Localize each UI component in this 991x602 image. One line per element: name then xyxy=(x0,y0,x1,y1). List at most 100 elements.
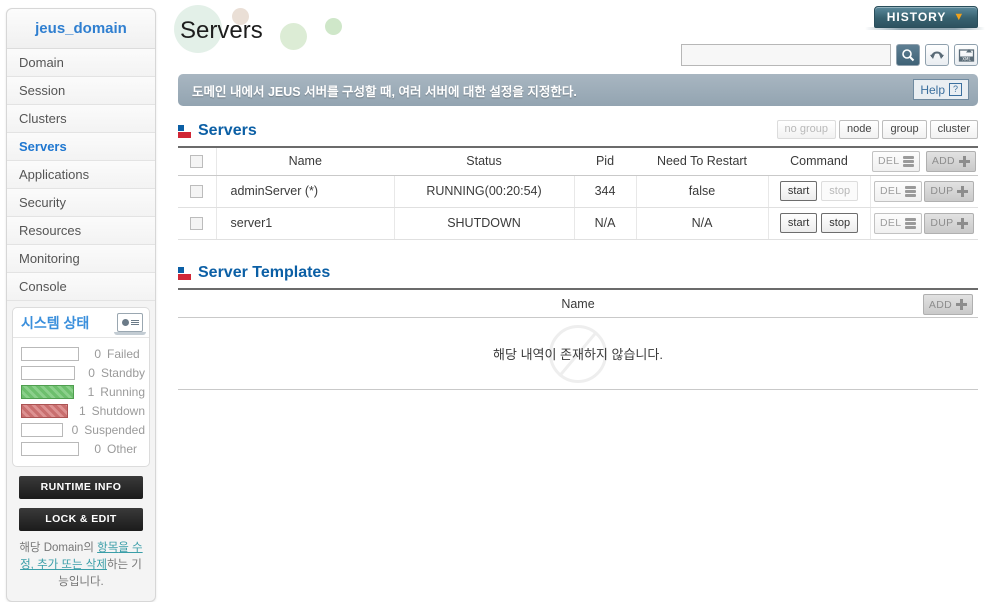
table-row: server1 SHUTDOWN N/A N/A start stop DEL DUP xyxy=(178,207,978,240)
col-name: Name xyxy=(216,146,394,176)
status-label-shutdown: Shutdown xyxy=(91,403,145,418)
sidebar-item-resources[interactable]: Resources xyxy=(7,217,155,245)
lock-and-edit-button[interactable]: LOCK & EDIT xyxy=(19,508,143,531)
sidebar-item-applications[interactable]: Applications xyxy=(7,161,155,189)
stop-button[interactable]: stop xyxy=(821,181,859,201)
status-count-shutdown: 1 xyxy=(78,403,86,418)
sidebar-item-domain[interactable]: Domain xyxy=(7,49,155,77)
history-label: HISTORY xyxy=(886,10,947,24)
status-count-failed: 0 xyxy=(94,346,101,361)
row-duplicate-button[interactable]: DUP xyxy=(924,212,975,234)
cell-pid: N/A xyxy=(574,207,637,240)
row-checkbox[interactable] xyxy=(190,185,204,199)
col-command: Command xyxy=(768,146,870,176)
sidebar-nav: Domain Session Clusters Servers Applications… xyxy=(7,49,155,301)
chevron-down-icon: ▼ xyxy=(953,11,966,23)
select-all-cell xyxy=(178,146,217,176)
select-all-checkbox[interactable] xyxy=(190,155,204,169)
row-delete-button[interactable]: DEL xyxy=(874,180,923,202)
cell-name: adminServer (*) xyxy=(216,175,395,208)
sidebar-item-monitoring[interactable]: Monitoring xyxy=(7,245,155,273)
status-bar-standby xyxy=(21,365,75,380)
note-link-3[interactable]: 제 xyxy=(96,559,107,571)
history-button[interactable]: HISTORY ▼ xyxy=(874,6,978,28)
group-filter-cluster[interactable]: cluster xyxy=(929,120,978,139)
col-pid: Pid xyxy=(574,146,636,176)
servers-table-body: adminServer (*) RUNNING(00:20:54) 344 false… xyxy=(178,175,978,240)
status-label-standby: Standby xyxy=(100,365,145,380)
templates-section-header: Server Templates xyxy=(178,258,978,288)
status-count-standby: 0 xyxy=(88,365,95,380)
main-content: Servers HISTORY ▼ XML 도메인 내에서 JEUS 서버를 구… xyxy=(168,0,991,602)
help-button[interactable]: Help ? xyxy=(913,79,969,100)
note-link-1[interactable]: 항목 xyxy=(97,542,118,554)
row-duplicate-button[interactable]: DUP xyxy=(924,180,975,202)
stop-button[interactable]: stop xyxy=(821,213,859,233)
group-filter-buttons: no group node group cluster xyxy=(776,120,978,139)
sidebar-item-clusters[interactable]: Clusters xyxy=(7,105,155,133)
row-checkbox[interactable] xyxy=(190,217,204,231)
start-button[interactable]: start xyxy=(779,213,818,233)
row-duplicate-label: DUP xyxy=(930,185,954,197)
sidebar-item-session[interactable]: Session xyxy=(7,77,155,105)
decor-circle-3 xyxy=(280,23,307,50)
templates-empty-message: 해당 내역이 존재하지 않습니다. xyxy=(493,347,663,362)
page-title: Servers xyxy=(180,17,263,44)
cell-command: start stop xyxy=(768,175,871,208)
status-row-running: 1 Running xyxy=(17,382,145,401)
info-bar: 도메인 내에서 JEUS 서버를 구성할 때, 여러 서버에 대한 설정을 지정… xyxy=(178,74,978,106)
status-count-other: 0 xyxy=(94,441,101,456)
servers-section: Servers no group node group cluster Name St… xyxy=(178,116,978,240)
search-toolbar: XML xyxy=(681,44,978,66)
start-button[interactable]: start xyxy=(779,181,818,201)
application-window: jeus_domain Domain Session Clusters Servers… xyxy=(0,0,991,602)
group-filter-no-group[interactable]: no group xyxy=(776,120,836,139)
monitor-chart-icon[interactable] xyxy=(114,313,146,335)
stack-icon xyxy=(905,217,917,229)
templates-col-name: Name xyxy=(561,296,595,311)
section-square-icon xyxy=(178,124,191,138)
row-delete-label: DEL xyxy=(880,217,902,229)
status-label-suspended: Suspended xyxy=(84,422,145,437)
question-mark-icon: ? xyxy=(949,83,962,96)
templates-add-button[interactable]: ADD xyxy=(922,294,973,315)
status-label-failed: Failed xyxy=(107,346,140,361)
group-filter-group[interactable]: group xyxy=(882,120,927,139)
cell-status: RUNNING(00:20:54) xyxy=(394,175,575,208)
sidebar: jeus_domain Domain Session Clusters Servers… xyxy=(6,8,156,602)
status-bar-other xyxy=(21,441,79,456)
templates-header-row: Name ADD xyxy=(178,288,978,318)
xml-export-icon[interactable]: XML xyxy=(954,44,978,66)
section-square-icon xyxy=(178,266,191,280)
lines-glyph xyxy=(130,320,139,325)
status-row-suspended: 0 Suspended xyxy=(17,420,145,439)
templates-add-wrap: ADD xyxy=(922,294,974,315)
search-input[interactable] xyxy=(681,44,891,66)
header-delete-button[interactable]: DEL xyxy=(872,150,921,172)
sidebar-item-security[interactable]: Security xyxy=(7,189,155,217)
decor-circle-4 xyxy=(325,18,342,35)
runtime-info-button[interactable]: RUNTIME INFO xyxy=(19,476,143,499)
sidebar-item-console[interactable]: Console xyxy=(7,273,155,301)
status-bar-failed xyxy=(21,346,79,361)
row-delete-button[interactable]: DEL xyxy=(874,212,923,234)
cell-need-to-restart: N/A xyxy=(636,207,769,240)
system-status-title: 시스템 상태 xyxy=(21,314,90,331)
page-header: Servers HISTORY ▼ XML xyxy=(168,0,991,66)
system-status-panel: 시스템 상태 0 Failed 0 Standby 1 Running 1 Shutdown 0… xyxy=(12,307,150,467)
search-icon[interactable] xyxy=(896,44,920,66)
refresh-icon[interactable] xyxy=(925,44,949,66)
cell-status: SHUTDOWN xyxy=(394,207,575,240)
row-select-cell xyxy=(178,207,217,240)
system-status-header: 시스템 상태 xyxy=(13,308,149,338)
sidebar-item-servers[interactable]: Servers xyxy=(7,133,155,161)
stack-icon xyxy=(903,155,915,167)
header-add-button[interactable]: ADD xyxy=(925,150,976,172)
cell-need-to-restart: false xyxy=(636,175,769,208)
group-filter-node[interactable]: node xyxy=(838,120,880,139)
servers-section-title: Servers xyxy=(198,122,257,139)
servers-table-header-row: Name Status Pid Need To Restart Command … xyxy=(178,146,978,176)
col-need-to-restart: Need To Restart xyxy=(636,146,768,176)
cell-pid: 344 xyxy=(574,175,637,208)
templates-section-title: Server Templates xyxy=(198,264,331,281)
